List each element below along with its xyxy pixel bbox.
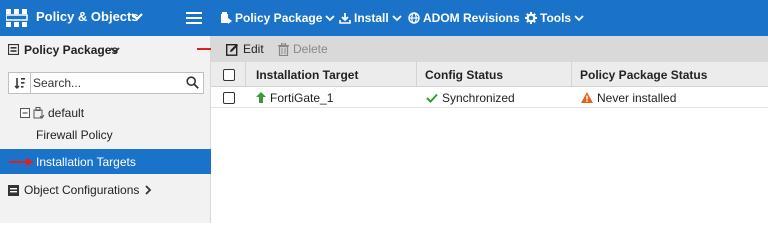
chevron-down-icon [110, 47, 120, 54]
policy-packages-dropdown[interactable]: Policy Packages [0, 36, 211, 64]
column-config-status[interactable]: Config Status [416, 62, 571, 87]
object-configurations-icon [8, 184, 19, 196]
object-configurations-item[interactable]: Object Configurations [8, 181, 152, 199]
nav-policy-package[interactable]: Policy Package [220, 9, 336, 27]
chevron-right-icon [145, 185, 152, 195]
policy-package-status-cell: Never installed [581, 87, 676, 108]
installation-target-value: FortiGate_1 [270, 90, 334, 105]
trash-icon [278, 42, 289, 56]
column-config-status-label: Config Status [425, 67, 503, 82]
gear-icon [525, 12, 537, 24]
nav-tools-label: Tools [540, 11, 572, 25]
install-icon [339, 13, 351, 24]
edit-label: Edit [243, 42, 264, 56]
policy-package-status-value: Never installed [597, 90, 677, 105]
globe-icon [408, 12, 420, 24]
table-row[interactable]: FortiGate_1 Synchronized Never installed [211, 87, 768, 108]
search-box [8, 72, 204, 94]
table-header: Installation Target Config Status Policy… [211, 62, 768, 87]
warning-icon [581, 92, 593, 103]
config-status-value: Synchronized [442, 90, 515, 105]
policy-packages-label: Policy Packages [24, 43, 119, 57]
checkmark-icon [426, 93, 438, 103]
nav-install-label: Install [354, 11, 389, 25]
nav-install[interactable]: Install [339, 9, 402, 27]
nav-adom-revisions-label: ADOM Revisions [423, 11, 520, 25]
chevron-down-icon [131, 13, 143, 21]
object-configurations-label: Object Configurations [24, 183, 140, 197]
delete-button[interactable]: Delete [278, 41, 328, 57]
select-all-cell [211, 62, 245, 87]
toolbar: Edit Delete [211, 36, 768, 62]
column-installation-target-label: Installation Target [256, 67, 359, 82]
column-policy-package-status[interactable]: Policy Package Status [571, 62, 768, 87]
chevron-down-icon [392, 15, 402, 22]
sort-button[interactable] [9, 73, 31, 93]
chevron-down-icon [325, 15, 336, 22]
app-title: Policy & Objects [36, 9, 139, 24]
annotation-arrow-icon [9, 158, 34, 166]
delete-label: Delete [293, 42, 328, 56]
tree-item-firewall-policy[interactable]: Firewall Policy [36, 128, 113, 142]
tree-item-firewall-policy-label: Firewall Policy [36, 128, 113, 142]
policy-package-icon [221, 12, 232, 24]
edit-icon [226, 43, 238, 56]
search-icon[interactable] [186, 76, 199, 89]
device-up-arrow-icon [256, 92, 266, 103]
installation-target-cell: FortiGate_1 [256, 87, 333, 108]
nav-tools[interactable]: Tools [525, 9, 584, 27]
tree-item-installation-targets-label: Installation Targets [36, 155, 136, 169]
package-icon [33, 107, 45, 119]
edit-button[interactable]: Edit [226, 41, 264, 57]
nav-policy-package-label: Policy Package [235, 11, 323, 25]
tree-item-default[interactable]: default [20, 104, 84, 122]
column-installation-target[interactable]: Installation Target [245, 62, 416, 87]
row-select-cell [223, 87, 235, 108]
tree-item-default-label: default [48, 106, 85, 120]
app-grid-icon [6, 9, 28, 27]
select-all-checkbox[interactable] [223, 68, 235, 81]
sort-icon [14, 78, 25, 89]
row-checkbox[interactable] [223, 91, 235, 104]
top-bar: Policy & Objects Policy Package Install [0, 0, 768, 36]
left-sidebar: Policy Packages Search... default Firewa… [0, 36, 211, 223]
collapse-icon[interactable] [20, 108, 30, 118]
column-policy-package-status-label: Policy Package Status [580, 67, 708, 82]
hamburger-menu-icon[interactable] [186, 11, 202, 25]
nav-adom-revisions[interactable]: ADOM Revisions [408, 9, 520, 27]
config-status-cell: Synchronized [426, 87, 515, 108]
policy-package-icon [8, 44, 19, 55]
chevron-down-icon [574, 15, 584, 22]
search-input[interactable] [33, 74, 183, 92]
app-menu-button[interactable]: Policy & Objects [0, 0, 211, 36]
